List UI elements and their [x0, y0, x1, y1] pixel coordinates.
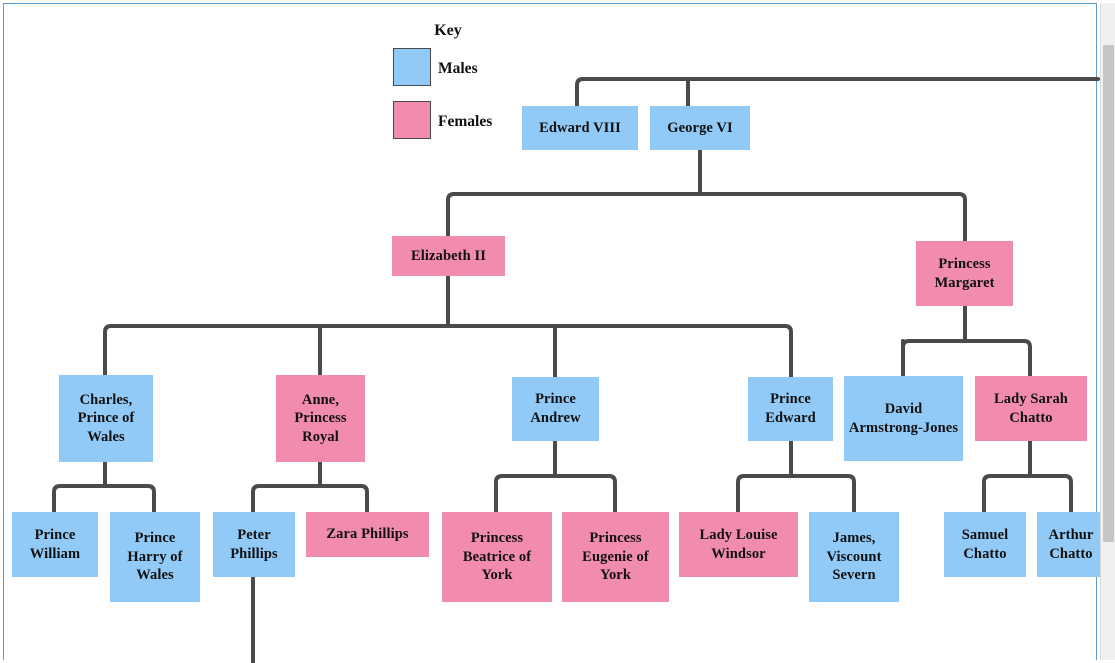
node-arthur-chatto[interactable]: Arthur Chatto [1037, 512, 1105, 577]
node-prince-andrew[interactable]: Prince Andrew [512, 377, 599, 441]
vertical-scrollbar[interactable] [1100, 3, 1115, 660]
key-label-males: Males [438, 60, 478, 77]
wire-sarah-children-bus [982, 474, 1073, 514]
node-prince-harry-of-wales[interactable]: Prince Harry of Wales [110, 512, 200, 602]
node-peter-phillips[interactable]: Peter Phillips [213, 512, 295, 577]
node-prince-edward[interactable]: Prince Edward [748, 377, 833, 441]
wire-charles-children-bus [52, 484, 156, 514]
wire-anne-children-bus [251, 484, 369, 514]
node-zara-phillips[interactable]: Zara Phillips [306, 512, 429, 557]
node-george-vi[interactable]: George VI [650, 106, 750, 150]
key-swatch-females [393, 101, 431, 139]
key-swatch-males [393, 48, 431, 86]
diagram-canvas[interactable]: Key Males Females Edward VIII George VI … [3, 3, 1105, 663]
node-princess-margaret[interactable]: Princess Margaret [916, 241, 1013, 306]
key-title: Key [434, 22, 462, 39]
node-elizabeth-ii[interactable]: Elizabeth II [392, 236, 505, 276]
family-tree-screen: Key Males Females Edward VIII George VI … [0, 0, 1115, 663]
wire-andrew-children-bus [494, 474, 617, 514]
node-james-viscount-severn[interactable]: James, Viscount Severn [809, 512, 899, 602]
node-samuel-chatto[interactable]: Samuel Chatto [944, 512, 1026, 577]
vertical-scrollbar-thumb[interactable] [1103, 45, 1114, 542]
key-label-females: Females [438, 113, 493, 130]
node-charles-prince-of-wales[interactable]: Charles, Prince of Wales [59, 375, 153, 462]
node-anne-princess-royal[interactable]: Anne, Princess Royal [276, 375, 365, 462]
wire-george-vi-children-bus [446, 192, 967, 243]
node-edward-viii[interactable]: Edward VIII [522, 106, 638, 150]
node-david-armstrong-jones[interactable]: David Armstrong-Jones [844, 376, 963, 461]
wire-elizabeth-children-bus [103, 324, 793, 379]
node-prince-william[interactable]: Prince William [12, 512, 98, 577]
node-lady-sarah-chatto[interactable]: Lady Sarah Chatto [975, 376, 1087, 441]
wire-top-to-edward-viii [575, 77, 1100, 108]
node-princess-beatrice-of-york[interactable]: Princess Beatrice of York [442, 512, 552, 602]
node-lady-louise-windsor[interactable]: Lady Louise Windsor [679, 512, 798, 577]
node-princess-eugenie-of-york[interactable]: Princess Eugenie of York [562, 512, 669, 602]
wire-margaret-children-bus [901, 339, 1032, 378]
wire-edward-children-bus [736, 474, 856, 514]
